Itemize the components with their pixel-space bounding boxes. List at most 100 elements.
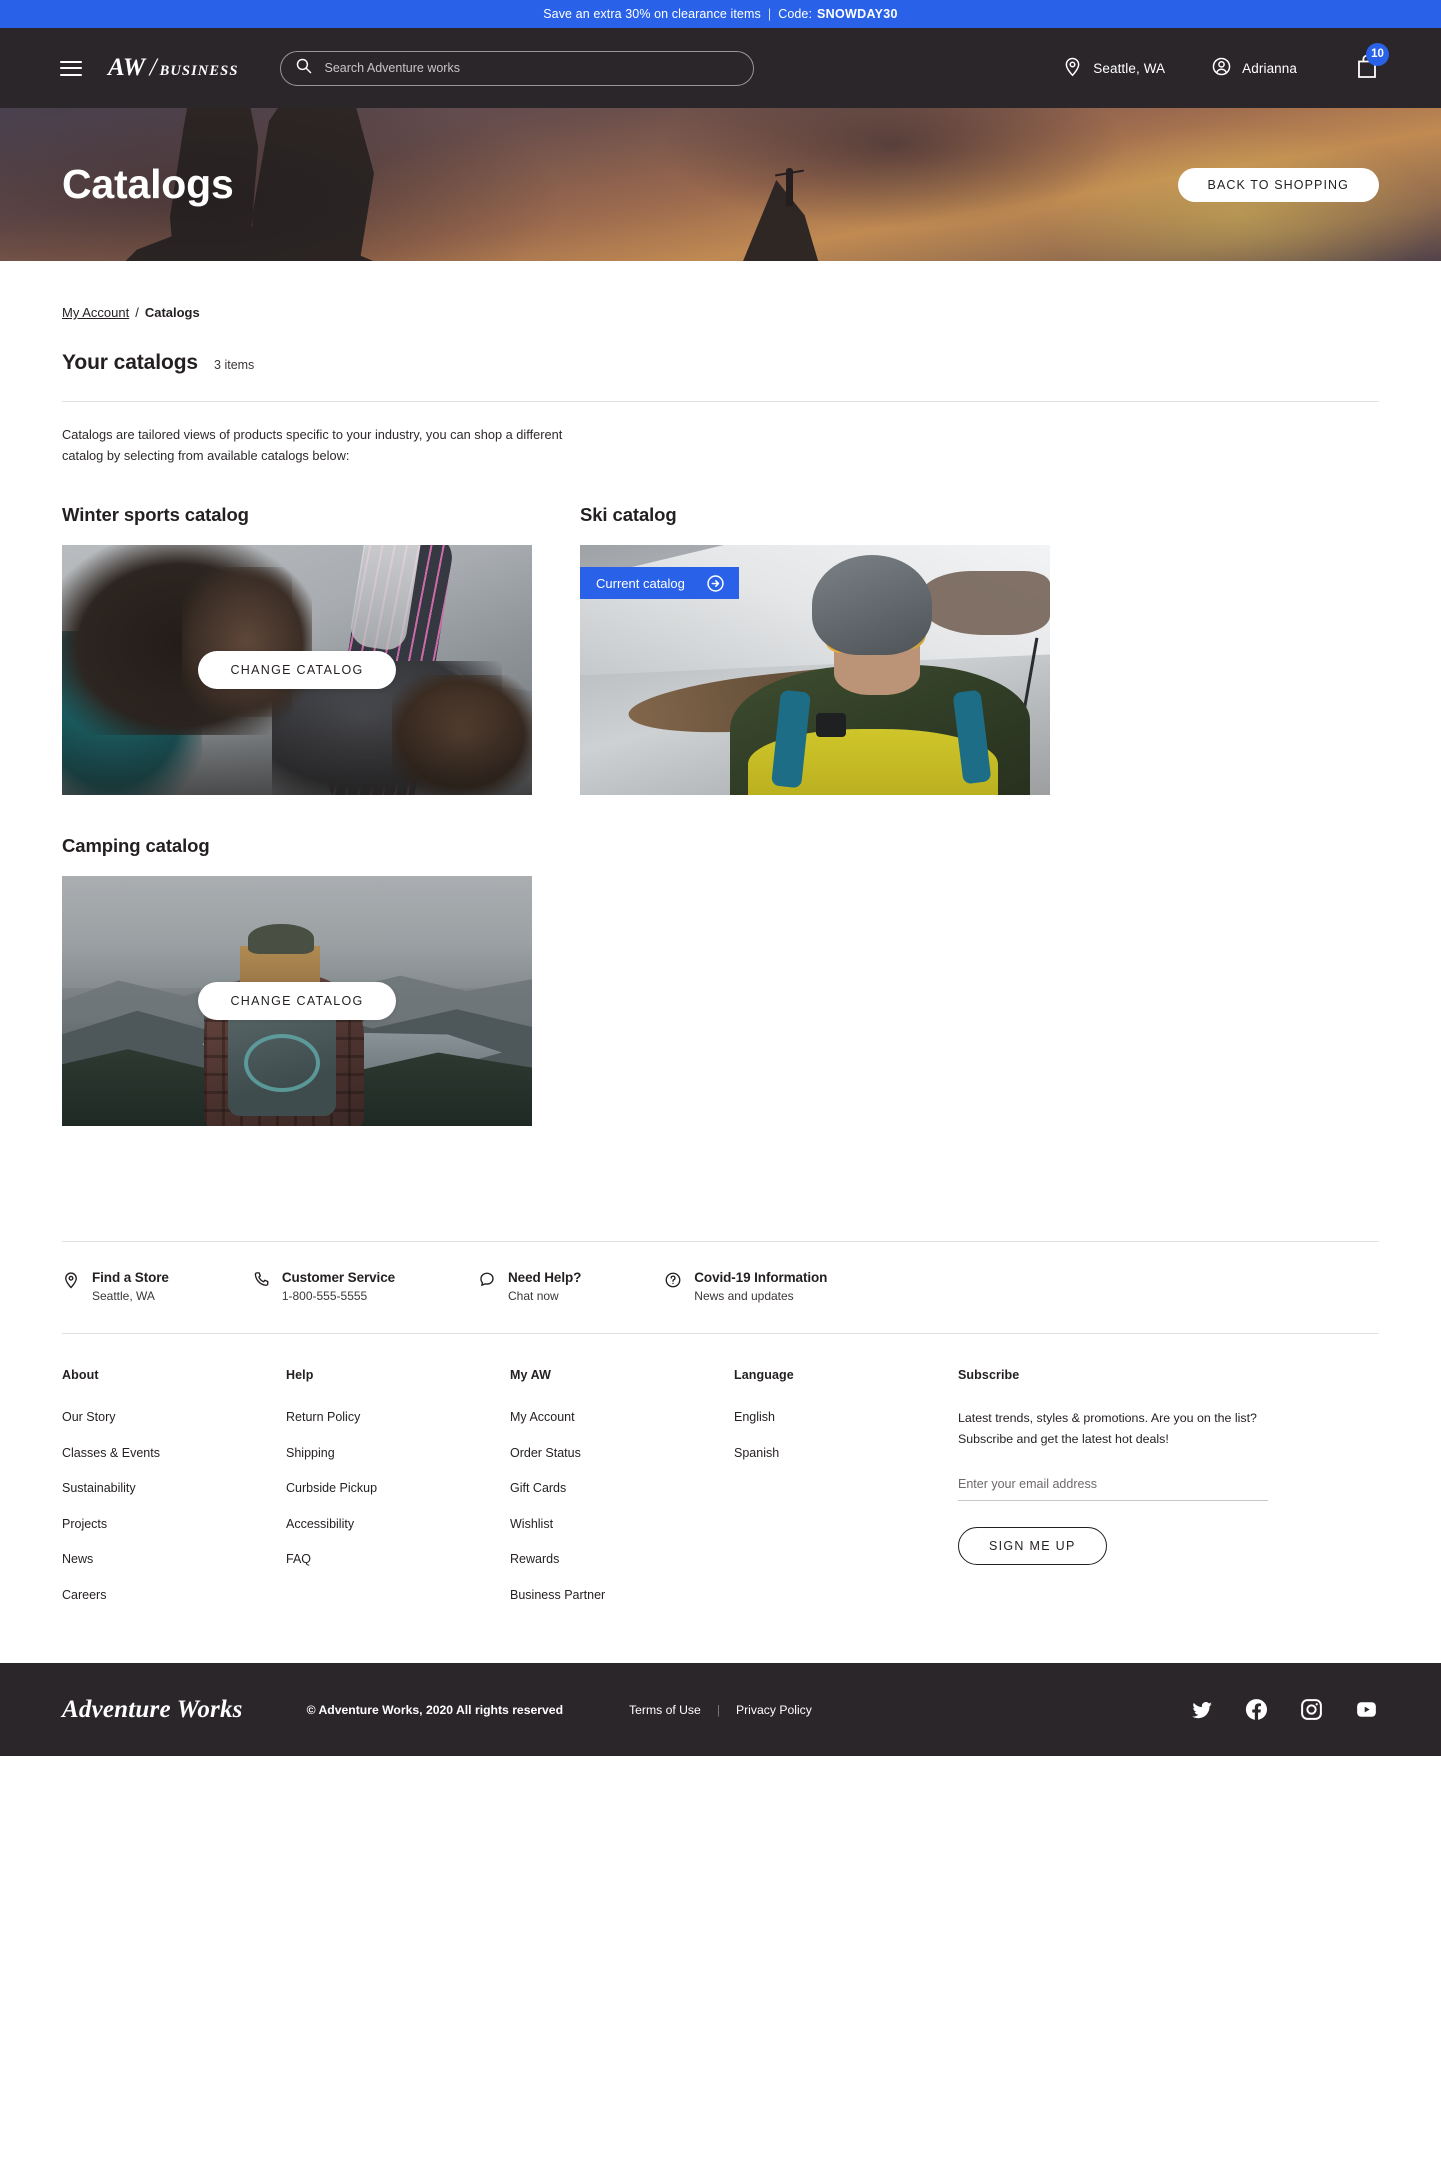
header-actions: Seattle, WA Adrianna 10 <box>1016 42 1389 84</box>
service-subtitle: 1-800-555-5555 <box>281 1289 368 1304</box>
footer-column-heading: About <box>62 1368 99 1383</box>
logo-text-business: BUSINESS <box>159 63 239 79</box>
site-header: AW / BUSINESS Seattle, WA <box>0 28 1441 108</box>
footer-link[interactable]: Rewards <box>510 1552 559 1566</box>
youtube-icon[interactable] <box>1354 1697 1379 1722</box>
breadcrumb-my-account-link[interactable]: My Account <box>62 305 129 320</box>
footer-link[interactable]: Projects <box>62 1517 107 1531</box>
search-input[interactable] <box>324 61 740 75</box>
subscribe-line-1: Latest trends, styles & promotions. Are … <box>958 1411 1257 1426</box>
location-selector[interactable]: Seattle, WA <box>1062 56 1165 80</box>
footer-link[interactable]: Business Partner <box>510 1588 605 1602</box>
social-links <box>1160 1697 1379 1722</box>
service-customer-service[interactable]: Customer Service 1-800-555-5555 <box>252 1270 395 1303</box>
location-pin-icon <box>1062 56 1083 80</box>
service-title: Customer Service <box>281 1270 396 1286</box>
sign-me-up-button[interactable]: SIGN ME UP <box>958 1527 1107 1566</box>
service-need-help[interactable]: Need Help? Chat now <box>478 1270 581 1303</box>
footer-link[interactable]: News <box>62 1552 93 1566</box>
promo-separator: | <box>767 7 772 21</box>
hero-rock-formation <box>646 258 758 261</box>
footer-link[interactable]: Our Story <box>62 1410 116 1424</box>
promo-message: Save an extra 30% on clearance items <box>543 7 761 21</box>
footer-link[interactable]: Return Policy <box>286 1410 360 1424</box>
terms-of-use-link[interactable]: Terms of Use <box>629 1703 701 1717</box>
footer-link-columns: About Our Story Classes & Events Sustain… <box>62 1334 1379 1663</box>
instagram-icon[interactable] <box>1299 1697 1324 1722</box>
logo-text-aw: AW <box>108 54 146 81</box>
current-catalog-badge[interactable]: Current catalog <box>580 567 739 600</box>
footer-link[interactable]: Accessibility <box>286 1517 354 1531</box>
footer-column-help: Help Return Policy Shipping Curbside Pic… <box>286 1368 510 1621</box>
footer-link[interactable]: Shipping <box>286 1446 335 1460</box>
footer-column-heading: My AW <box>510 1368 552 1383</box>
location-pin-icon <box>62 1271 80 1294</box>
service-title: Find a Store <box>92 1270 169 1286</box>
footer-link[interactable]: Sustainability <box>62 1481 136 1495</box>
account-menu[interactable]: Adrianna <box>1211 56 1297 80</box>
email-input[interactable] <box>958 1477 1268 1502</box>
service-title: Need Help? <box>508 1270 582 1286</box>
footer-column-about: About Our Story Classes & Events Sustain… <box>62 1368 286 1621</box>
search-icon <box>295 57 312 79</box>
copyright-text: © Adventure Works, 2020 All rights reser… <box>306 1702 564 1717</box>
footer-link[interactable]: FAQ <box>286 1552 311 1566</box>
page-title: Catalogs <box>62 161 234 207</box>
search-bar[interactable] <box>280 50 755 86</box>
breadcrumb: My Account / Catalogs <box>62 305 1379 320</box>
footer-services: Find a Store Seattle, WA Customer Servic… <box>62 1242 1379 1333</box>
arrow-right-circle-icon <box>706 574 725 593</box>
catalog-card: Camping catalog CHANGE CATALOG <box>62 835 532 1127</box>
current-catalog-label: Current catalog <box>596 575 685 591</box>
hero-rock-formation <box>252 108 374 261</box>
question-circle-icon <box>664 1271 682 1294</box>
twitter-icon[interactable] <box>1190 1698 1214 1722</box>
privacy-policy-link[interactable]: Privacy Policy <box>736 1703 812 1717</box>
footer-link[interactable]: Wishlist <box>510 1517 553 1531</box>
cart-count-badge: 10 <box>1366 42 1389 66</box>
back-to-shopping-button[interactable]: BACK TO SHOPPING <box>1177 167 1379 202</box>
footer-link[interactable]: Gift Cards <box>510 1481 566 1495</box>
chat-bubble-icon <box>478 1271 496 1294</box>
legal-link-divider: | <box>716 1702 720 1717</box>
footer-link[interactable]: English <box>734 1410 775 1424</box>
logo-slash: / <box>149 54 157 81</box>
promo-banner: Save an extra 30% on clearance items | C… <box>0 0 1441 28</box>
section-item-count: 3 items <box>214 358 255 372</box>
service-subtitle: News and updates <box>694 1289 794 1304</box>
hamburger-menu-icon[interactable] <box>60 60 82 76</box>
catalog-title: Ski catalog <box>580 504 677 526</box>
footer-link[interactable]: Careers <box>62 1588 106 1602</box>
footer-link[interactable]: Classes & Events <box>62 1446 160 1460</box>
footer-column-heading: Subscribe <box>958 1368 1020 1383</box>
footer-column-language: Language English Spanish <box>734 1368 958 1621</box>
catalog-image: CHANGE CATALOG <box>62 876 532 1127</box>
change-catalog-button[interactable]: CHANGE CATALOG <box>198 982 396 1021</box>
cart-button[interactable]: 10 <box>1355 42 1389 84</box>
catalog-title: Winter sports catalog <box>62 504 249 526</box>
section-header: Your catalogs 3 items <box>62 351 1379 375</box>
catalog-image: CHANGE CATALOG <box>62 545 532 796</box>
footer-link[interactable]: Order Status <box>510 1446 581 1460</box>
change-catalog-button[interactable]: CHANGE CATALOG <box>198 651 396 690</box>
catalog-card: Winter sports catalog CHANGE CATALOG <box>62 504 532 796</box>
catalog-card: Ski catalog Current catalog <box>580 504 1050 796</box>
facebook-icon[interactable] <box>1244 1697 1269 1722</box>
service-subtitle: Chat now <box>508 1289 559 1304</box>
footer-column-heading: Language <box>734 1368 794 1383</box>
brand-logo[interactable]: AW / BUSINESS <box>108 54 238 82</box>
section-divider <box>62 401 1379 402</box>
main-content: My Account / Catalogs Your catalogs 3 it… <box>0 305 1441 1127</box>
promo-code-label: Code: <box>778 7 813 21</box>
hero-person-silhouette <box>786 168 793 206</box>
service-find-a-store[interactable]: Find a Store Seattle, WA <box>62 1270 169 1303</box>
footer-link[interactable]: My Account <box>510 1410 575 1424</box>
service-title: Covid-19 Information <box>694 1270 828 1286</box>
legal-links: Terms of Use | Privacy Policy <box>629 1703 812 1717</box>
catalog-title: Camping catalog <box>62 835 210 857</box>
footer-link[interactable]: Curbside Pickup <box>286 1481 377 1495</box>
promo-code: SNOWDAY30 <box>817 7 898 21</box>
hero-rock-formation <box>108 220 398 261</box>
service-covid-information[interactable]: Covid-19 Information News and updates <box>664 1270 827 1303</box>
footer-link[interactable]: Spanish <box>734 1446 779 1460</box>
